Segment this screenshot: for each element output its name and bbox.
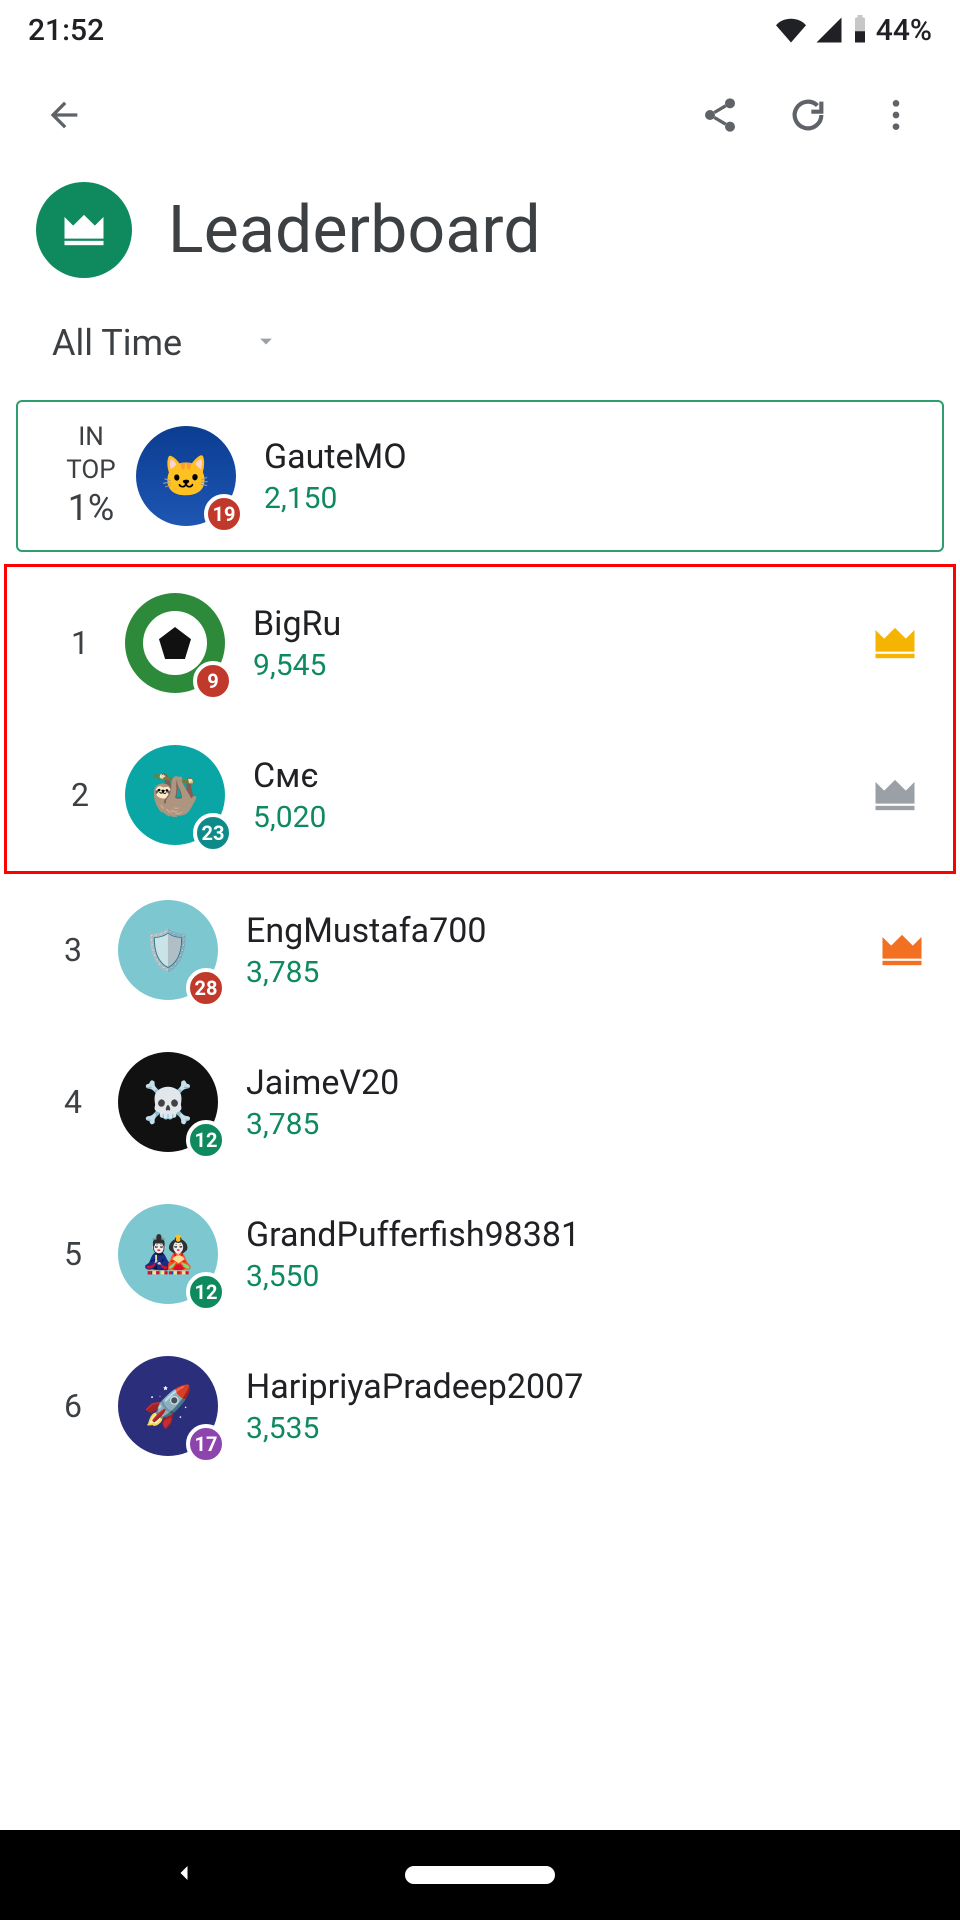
leaderboard-row[interactable]: 5 🎎 12 GrandPufferfish98381 3,550: [0, 1178, 960, 1330]
player-name: EngMustafa700: [246, 911, 872, 951]
level-badge: 12: [186, 1272, 226, 1312]
player-name: HaripriyaPradeep2007: [246, 1367, 872, 1407]
leaderboard-row[interactable]: 4 ☠️ 12 JaimeV20 3,785: [0, 1026, 960, 1178]
app-bar: [0, 60, 960, 170]
level-badge: 28: [186, 968, 226, 1008]
leaderboard-row[interactable]: 3 🛡️ 28 EngMustafa700 3,785: [0, 874, 960, 1026]
nav-home-button[interactable]: [405, 1866, 555, 1884]
player-avatar: ☠️ 12: [118, 1052, 218, 1152]
level-badge: 17: [186, 1424, 226, 1464]
page-title: Leaderboard: [168, 192, 541, 269]
player-score: 3,785: [246, 955, 872, 990]
player-name: BigRu: [253, 604, 865, 644]
player-name: GrandPufferfish98381: [246, 1215, 872, 1255]
player-score: 3,785: [246, 1107, 872, 1142]
leaderboard-list: 1 9 BigRu 9,545 2 🦥 23 Смє 5,020 3 🛡️ 28…: [0, 564, 960, 1482]
my-avatar: 🐱 19: [136, 426, 236, 526]
highlight-box: 1 9 BigRu 9,545 2 🦥 23 Смє 5,020: [4, 564, 956, 874]
my-rank-label: IN TOP 1%: [46, 421, 136, 531]
time-filter-dropdown[interactable]: All Time: [0, 318, 960, 400]
more-button[interactable]: [868, 87, 924, 143]
medal-icon: [872, 924, 932, 976]
leaderboard-row[interactable]: 6 🚀 17 HaripriyaPradeep2007 3,535: [0, 1330, 960, 1482]
status-time: 21:52: [28, 13, 104, 48]
player-name: Смє: [253, 756, 865, 796]
player-score: 9,545: [253, 648, 865, 683]
player-avatar: 🎎 12: [118, 1204, 218, 1304]
rank-number: 3: [28, 931, 118, 969]
title-row: Leaderboard: [0, 170, 960, 318]
player-name: JaimeV20: [246, 1063, 872, 1103]
status-right: 44%: [776, 13, 932, 48]
wifi-icon: [776, 15, 806, 45]
my-rank-card[interactable]: IN TOP 1% 🐱 19 GauteMO 2,150: [16, 400, 944, 552]
player-score: 3,535: [246, 1411, 872, 1446]
share-button[interactable]: [692, 87, 748, 143]
medal-icon: [865, 769, 925, 821]
player-avatar: 🦥 23: [125, 745, 225, 845]
back-button[interactable]: [36, 87, 92, 143]
rank-number: 2: [35, 776, 125, 814]
leaderboard-row[interactable]: 1 9 BigRu 9,545: [7, 567, 953, 719]
time-filter-label: All Time: [52, 322, 182, 364]
my-score: 2,150: [264, 481, 914, 516]
rank-number: 6: [28, 1387, 118, 1425]
chevron-down-icon: [252, 327, 280, 359]
level-badge: 12: [186, 1120, 226, 1160]
battery-percent: 44%: [876, 13, 932, 48]
leaderboard-row[interactable]: 2 🦥 23 Смє 5,020: [7, 719, 953, 871]
android-nav-bar: [0, 1830, 960, 1920]
level-badge: 23: [193, 813, 233, 853]
player-avatar: 9: [125, 593, 225, 693]
player-avatar: 🛡️ 28: [118, 900, 218, 1000]
rank-number: 4: [28, 1083, 118, 1121]
player-score: 3,550: [246, 1259, 872, 1294]
player-score: 5,020: [253, 800, 865, 835]
rank-number: 5: [28, 1235, 118, 1273]
battery-icon: [852, 15, 868, 45]
player-avatar: 🚀 17: [118, 1356, 218, 1456]
leaderboard-badge-icon: [36, 182, 132, 278]
my-name: GauteMO: [264, 437, 914, 477]
level-badge: 9: [193, 661, 233, 701]
medal-icon: [865, 617, 925, 669]
cell-signal-icon: [814, 15, 844, 45]
status-bar: 21:52 44%: [0, 0, 960, 60]
rank-number: 1: [35, 624, 125, 662]
level-badge: 19: [204, 494, 244, 534]
refresh-button[interactable]: [780, 87, 836, 143]
nav-back-button[interactable]: [170, 1859, 198, 1891]
